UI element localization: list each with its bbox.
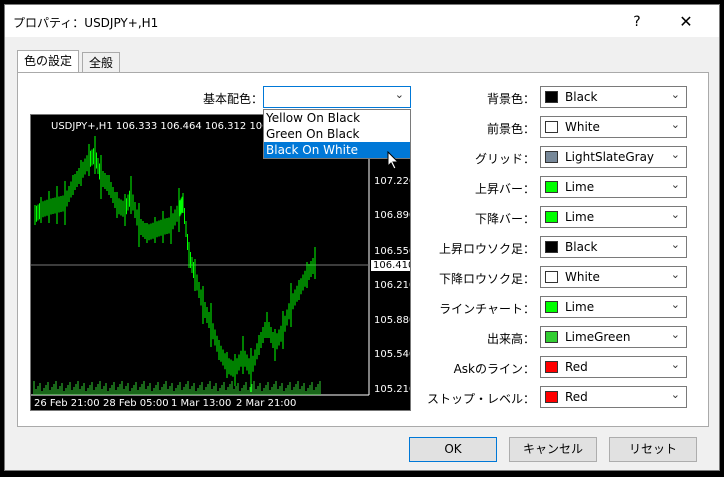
chevron-down-icon: ⌄ xyxy=(670,358,680,371)
color-select[interactable]: LimeGreen ⌄ xyxy=(540,326,687,348)
color-value: White xyxy=(565,120,600,134)
color-row-label: 背景色： xyxy=(486,92,535,106)
close-icon[interactable]: ✕ xyxy=(671,11,701,33)
chevron-down-icon: ⌄ xyxy=(394,88,404,101)
color-value: Lime xyxy=(565,300,595,314)
color-row-label: 上昇ロウソク足： xyxy=(438,242,535,256)
color-select[interactable]: LightSlateGray ⌄ xyxy=(540,146,687,168)
chevron-down-icon: ⌄ xyxy=(670,118,680,131)
chevron-down-icon: ⌄ xyxy=(670,328,680,341)
color-swatch xyxy=(545,361,558,373)
color-select[interactable]: Lime ⌄ xyxy=(540,296,687,318)
color-swatch xyxy=(545,301,558,313)
price-label: 107.220 xyxy=(374,176,410,187)
time-label: 28 Feb 05:00 xyxy=(103,398,169,409)
chevron-down-icon: ⌄ xyxy=(670,388,680,401)
price-label: 105.540 xyxy=(374,349,410,360)
time-label: 2 Mar 21:00 xyxy=(236,398,297,409)
color-value: Lime xyxy=(565,210,595,224)
color-value: LimeGreen xyxy=(565,330,631,344)
color-swatch xyxy=(545,391,558,403)
color-select[interactable]: White ⌄ xyxy=(540,116,687,138)
chevron-down-icon: ⌄ xyxy=(670,238,680,251)
chevron-down-icon: ⌄ xyxy=(670,88,680,101)
ok-button[interactable]: OK xyxy=(409,437,497,462)
dialog-title: プロパティ：USDJPY+,H1 xyxy=(13,16,159,30)
color-value: LightSlateGray xyxy=(565,150,655,164)
preview-header: USDJPY+,H1 106.333 106.464 106.312 106.4… xyxy=(51,121,285,132)
color-swatch xyxy=(545,121,558,133)
scheme-option-green-on-black[interactable]: Green On Black xyxy=(264,126,410,142)
color-swatch xyxy=(545,211,558,223)
price-label: 105.210 xyxy=(374,384,410,395)
chevron-down-icon: ⌄ xyxy=(670,298,680,311)
color-select[interactable]: Lime ⌄ xyxy=(540,176,687,198)
color-swatch xyxy=(545,91,558,103)
title-bar: プロパティ：USDJPY+,H1 ? ✕ xyxy=(5,5,719,37)
color-select[interactable]: Red ⌄ xyxy=(540,356,687,378)
color-swatch xyxy=(545,331,558,343)
scheme-option-yellow-on-black[interactable]: Yellow On Black xyxy=(264,110,410,126)
chevron-down-icon: ⌄ xyxy=(670,268,680,281)
tab-label: 全般 xyxy=(89,56,114,70)
color-value: White xyxy=(565,270,600,284)
color-swatch xyxy=(545,181,558,193)
color-swatch xyxy=(545,241,558,253)
color-row-label: 下降バー： xyxy=(474,212,535,226)
help-icon[interactable]: ? xyxy=(624,11,650,33)
price-label: 106.890 xyxy=(374,210,410,221)
color-row-label: ストップ・レベル： xyxy=(426,392,535,406)
color-row-label: ラインチャート： xyxy=(439,302,535,316)
price-label: 105.880 xyxy=(374,315,410,326)
color-select[interactable]: White ⌄ xyxy=(540,266,687,288)
cancel-button[interactable]: キャンセル xyxy=(509,437,597,462)
color-select[interactable]: Red ⌄ xyxy=(540,386,687,408)
color-row-label: 下降ロウソク足： xyxy=(438,272,535,286)
color-select[interactable]: Black ⌄ xyxy=(540,236,687,258)
tab-general[interactable]: 全般 xyxy=(82,52,121,72)
mouse-cursor-icon xyxy=(387,151,400,170)
chevron-down-icon: ⌄ xyxy=(670,208,680,221)
color-row-label: グリッド： xyxy=(474,152,535,166)
color-row-label: 出来高： xyxy=(486,332,535,346)
scheme-label: 基本配色： xyxy=(202,92,263,106)
tab-color-settings[interactable]: 色の設定 xyxy=(17,50,80,73)
time-label: 1 Mar 13:00 xyxy=(171,398,232,409)
properties-dialog: プロパティ：USDJPY+,H1 ? ✕ 色の設定 全般 基本配色： ⌄ USD… xyxy=(4,4,720,471)
color-value: Black xyxy=(565,240,598,254)
color-value: Red xyxy=(565,360,588,374)
color-swatch xyxy=(545,151,558,163)
color-value: Lime xyxy=(565,180,595,194)
color-row-label: 前景色： xyxy=(486,122,535,136)
chevron-down-icon: ⌄ xyxy=(670,178,680,191)
color-swatch xyxy=(545,271,558,283)
preview-chart-canvas xyxy=(31,115,370,396)
scheme-select[interactable]: ⌄ xyxy=(263,86,411,108)
color-select[interactable]: Black ⌄ xyxy=(540,86,687,108)
color-value: Black xyxy=(565,90,598,104)
color-value: Red xyxy=(565,390,588,404)
price-label: 106.550 xyxy=(374,246,410,257)
current-price-label: 106.410 xyxy=(371,260,410,271)
chevron-down-icon: ⌄ xyxy=(670,148,680,161)
price-label: 106.210 xyxy=(374,280,410,291)
color-row-label: 上昇バー： xyxy=(474,182,535,196)
tab-label: 色の設定 xyxy=(24,54,73,68)
reset-button[interactable]: リセット xyxy=(609,437,697,462)
time-label: 26 Feb 21:00 xyxy=(34,398,100,409)
color-select[interactable]: Lime ⌄ xyxy=(540,206,687,228)
color-row-label: Askのライン： xyxy=(453,362,535,376)
